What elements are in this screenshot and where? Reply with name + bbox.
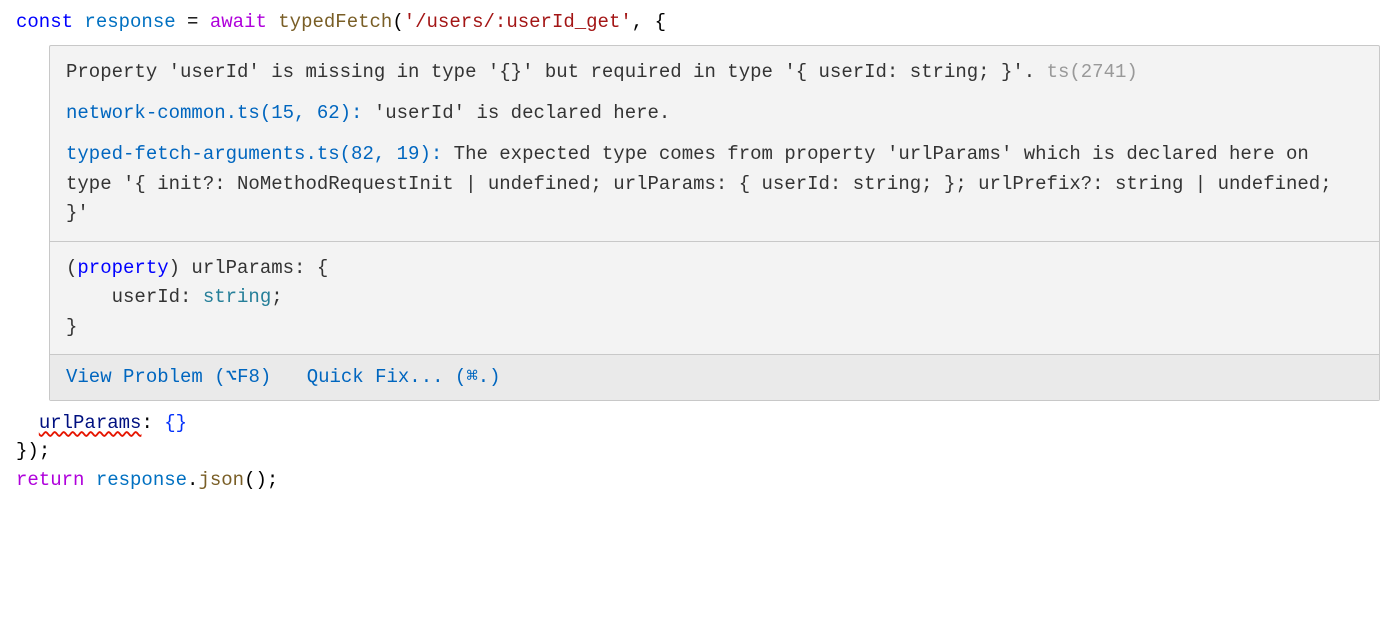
code-line-1: const response = await typedFetch('/user… — [16, 8, 1380, 37]
function-typedfetch: typedFetch — [278, 11, 392, 33]
property-urlparams: urlParams — [39, 412, 142, 434]
view-problem-link[interactable]: View Problem (⌥F8) — [66, 366, 271, 388]
keyword-return: return — [16, 469, 84, 491]
keyword-const: const — [16, 11, 73, 33]
file-link-typed-fetch[interactable]: typed-fetch-arguments.ts(82, 19): — [66, 143, 442, 165]
variable-response: response — [84, 11, 175, 33]
error-reference-2: typed-fetch-arguments.ts(82, 19): The ex… — [66, 140, 1363, 228]
error-reference-1: network-common.ts(15, 62): 'userId' is d… — [66, 99, 1363, 128]
quick-fix-link[interactable]: Quick Fix... (⌘.) — [307, 366, 501, 388]
string-literal: '/users/:userId_get' — [404, 11, 632, 33]
typeinfo-line-2: userId: string; — [66, 283, 1363, 312]
code-line-close: }); — [16, 437, 1380, 466]
method-json: json — [198, 469, 244, 491]
tooltip-error-section: Property 'userId' is missing in type '{}… — [50, 46, 1379, 241]
file-link-network-common[interactable]: network-common.ts(15, 62): — [66, 102, 362, 124]
typeinfo-line-1: (property) urlParams: { — [66, 254, 1363, 283]
error-tooltip: Property 'userId' is missing in type '{}… — [49, 45, 1380, 401]
tooltip-typeinfo-section: (property) urlParams: { userId: string; … — [50, 241, 1379, 354]
ts-error-code: ts(2741) — [1047, 61, 1138, 83]
code-line-return: return response.json(); — [16, 466, 1380, 495]
variable-response-2: response — [96, 469, 187, 491]
error-message: Property 'userId' is missing in type '{}… — [66, 58, 1363, 87]
code-line-urlparams: urlParams: {} — [16, 409, 1380, 438]
tooltip-actions-bar: View Problem (⌥F8) Quick Fix... (⌘.) — [50, 354, 1379, 400]
keyword-await: await — [210, 11, 267, 33]
typeinfo-line-3: } — [66, 313, 1363, 342]
